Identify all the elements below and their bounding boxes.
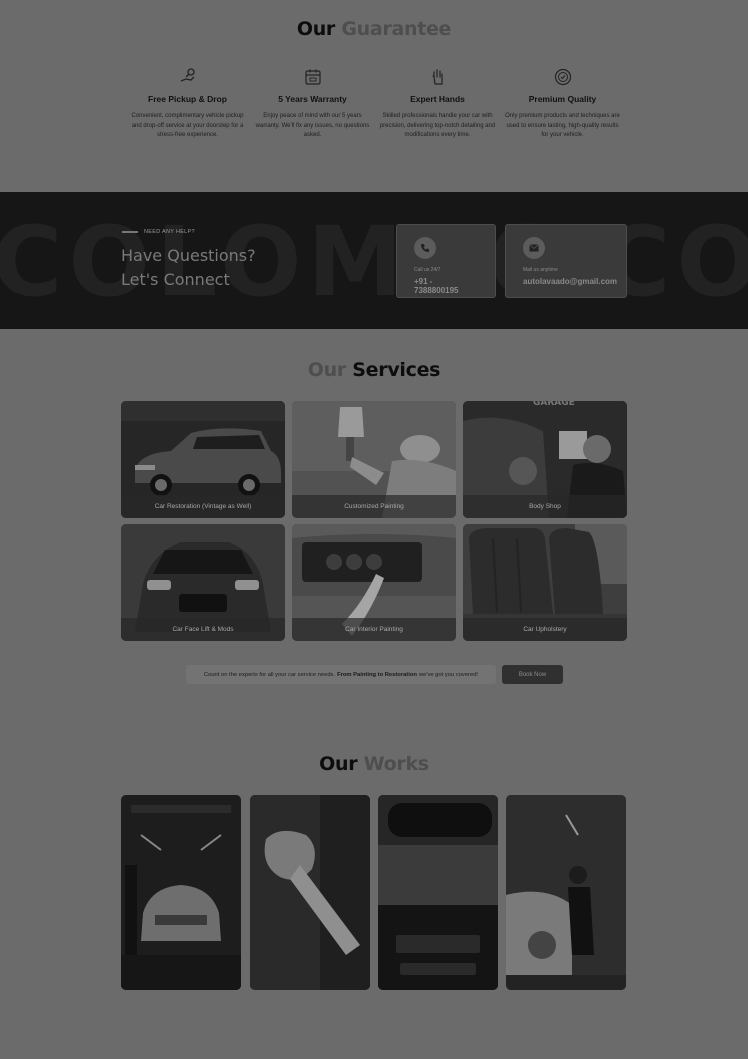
services-section: Our Services Car Restoration (Vintage as… <box>0 329 748 729</box>
service-caption: Customized Painting <box>292 495 456 518</box>
service-card-interior[interactable]: Car Interior Painting <box>292 524 456 641</box>
quality-badge-icon <box>504 66 621 88</box>
services-title-dark: Services <box>352 359 441 381</box>
feature-quality: Premium Quality Only premium products an… <box>500 66 625 141</box>
work-card-interior[interactable] <box>378 795 498 990</box>
eyebrow-divider <box>122 231 138 233</box>
banner-title: Have Questions? Let's Connect <box>121 244 256 292</box>
hand-icon <box>379 66 496 88</box>
feature-warranty: 5 Years Warranty Enjoy peace of mind wit… <box>250 66 375 141</box>
works-section: Our Works <box>0 729 748 1059</box>
banner-title-line2: Let's Connect <box>121 270 230 289</box>
service-card-restoration[interactable]: Car Restoration (Vintage as Well) <box>121 401 285 518</box>
call-number[interactable]: +91 - 7388800195 <box>414 277 478 295</box>
services-cta-text: Count on the experts for all your car se… <box>186 665 496 684</box>
book-now-button[interactable]: Book Now <box>502 665 563 684</box>
mail-card[interactable]: Mail us anytime autolavaado@gmail.com <box>505 224 627 298</box>
sponge-wash-image <box>250 795 370 990</box>
feature-pickup: Free Pickup & Drop Convenient, complimen… <box>125 66 250 141</box>
service-card-upholstery[interactable]: Car Upholstery <box>463 524 627 641</box>
wash-bay-image <box>121 795 241 990</box>
feature-text: Convenient, complimentary vehicle pickup… <box>131 113 244 138</box>
feature-title: 5 Years Warranty <box>278 94 347 104</box>
mail-label: Mail us anytime <box>523 267 558 273</box>
features-list: Free Pickup & Drop Convenient, complimen… <box>125 66 625 141</box>
eyebrow-text: NEED ANY HELP? <box>144 229 195 235</box>
feature-title: Expert Hands <box>410 94 465 104</box>
works-title: Our Works <box>0 753 748 775</box>
work-card-wash-bay[interactable] <box>121 795 241 990</box>
car-interior-image <box>378 795 498 990</box>
call-card[interactable]: Call us 24/7 +91 - 7388800195 <box>396 224 496 298</box>
service-caption: Car Face Lift & Mods <box>121 618 285 641</box>
services-title: Our Services <box>0 359 748 381</box>
guarantee-title-dark: Our <box>296 18 335 40</box>
guarantee-title: Our Guarantee <box>0 18 748 40</box>
hand-key-icon <box>129 66 246 88</box>
service-caption: Car Interior Painting <box>292 618 456 641</box>
works-title-dim: Works <box>363 753 429 775</box>
feature-text: Only premium products and techniques are… <box>505 113 620 138</box>
cta-text-after: we've got you covered! <box>418 671 479 678</box>
call-label: Call us 24/7 <box>414 267 441 273</box>
feature-expert: Expert Hands Skilled professionals handl… <box>375 66 500 141</box>
feature-title: Premium Quality <box>528 94 597 104</box>
guarantee-section: Our Guarantee Free Pickup & Drop Conveni… <box>0 0 748 192</box>
service-caption: Car Restoration (Vintage as Well) <box>121 495 285 518</box>
service-card-painting[interactable]: Customized Painting <box>292 401 456 518</box>
detailing-image <box>506 795 626 990</box>
service-caption: Body Shop <box>463 495 627 518</box>
services-title-dim: Our <box>307 359 346 381</box>
service-card-bodyshop[interactable]: GARAGE Body Shop <box>463 401 627 518</box>
work-card-sponge[interactable] <box>250 795 370 990</box>
service-card-facelift[interactable]: Car Face Lift & Mods <box>121 524 285 641</box>
banner-eyebrow: NEED ANY HELP? <box>122 229 195 235</box>
cta-text-bold: From Painting to Restoration <box>337 671 417 678</box>
contact-banner: COLOMBO CO NEED ANY HELP? Have Questions… <box>0 192 748 329</box>
cta-text-before: Count on the experts for all your car se… <box>203 671 336 678</box>
svg-text:GARAGE: GARAGE <box>533 401 575 408</box>
banner-title-line1: Have Questions? <box>121 246 256 265</box>
mail-icon <box>523 237 545 259</box>
works-title-dark: Our <box>319 753 358 775</box>
feature-title: Free Pickup & Drop <box>148 94 227 104</box>
phone-icon <box>414 237 436 259</box>
work-card-detailing[interactable] <box>506 795 626 990</box>
feature-text: Enjoy peace of mind with our 5 years war… <box>255 113 370 138</box>
mail-address[interactable]: autolavaado@gmail.com <box>523 277 617 286</box>
guarantee-title-dim: Guarantee <box>341 18 452 40</box>
calendar-icon <box>254 66 371 88</box>
service-caption: Car Upholstery <box>463 618 627 641</box>
feature-text: Skilled professionals handle your car wi… <box>379 113 496 138</box>
